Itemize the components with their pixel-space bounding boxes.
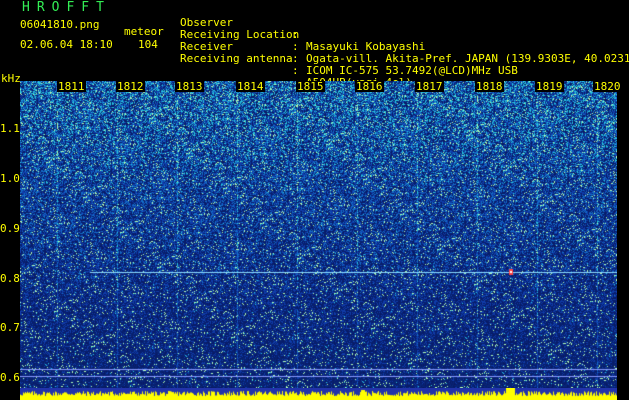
y-tick-label: 0.9 bbox=[0, 222, 20, 235]
y-tick-label: 0.8 bbox=[0, 272, 20, 285]
spectrogram bbox=[20, 81, 617, 388]
x-tick-label: 1813 bbox=[175, 80, 204, 93]
datetime-label: 02.06.04 18:10 bbox=[20, 38, 113, 51]
x-tick-label: 1812 bbox=[116, 80, 145, 93]
app-title: HROFFT bbox=[22, 0, 111, 15]
x-tick-label: 1815 bbox=[296, 80, 325, 93]
info-colon: : bbox=[292, 64, 299, 77]
x-tick-label: 1814 bbox=[236, 80, 265, 93]
power-bar bbox=[20, 388, 617, 400]
y-axis-unit: kHz bbox=[1, 72, 21, 85]
y-tick-label: 1.1 bbox=[0, 122, 20, 135]
filename-label: 06041810.png bbox=[20, 18, 100, 31]
x-tick-label: 1816 bbox=[355, 80, 384, 93]
meteor-count: 104 bbox=[138, 38, 158, 51]
y-tick-label: 1.0 bbox=[0, 172, 20, 185]
x-tick-label: 1818 bbox=[475, 80, 504, 93]
x-tick-label: 1819 bbox=[535, 80, 564, 93]
y-tick-label: 0.6 bbox=[0, 371, 20, 384]
info-key: Receiving antenna bbox=[180, 52, 293, 65]
power-bar-canvas bbox=[20, 388, 617, 400]
spectrogram-canvas bbox=[20, 81, 617, 388]
x-tick-label: 1817 bbox=[415, 80, 444, 93]
y-tick-label: 0.7 bbox=[0, 321, 20, 334]
x-tick-label: 1811 bbox=[57, 80, 86, 93]
x-tick-label: 1820 bbox=[593, 80, 622, 93]
meteor-label: meteor bbox=[124, 25, 164, 38]
